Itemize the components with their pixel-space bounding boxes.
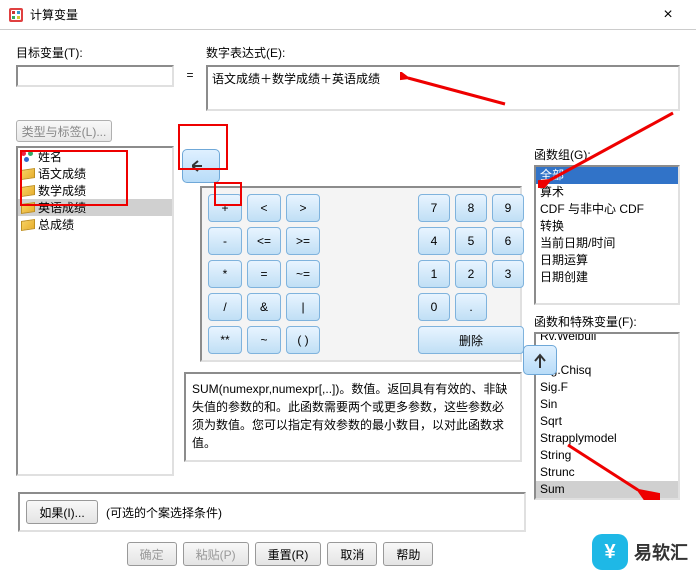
function-description: SUM(numexpr,numexpr[,..])。数值。返回具有有效的、非缺失… <box>184 372 522 462</box>
function-special-label: 函数和特殊变量(F): <box>534 313 680 330</box>
function-item[interactable]: Strapplymodel <box>536 430 678 447</box>
ok-button[interactable]: 确定 <box>127 542 177 566</box>
if-button[interactable]: 如果(I)... <box>26 500 98 524</box>
reset-button[interactable]: 重置(R) <box>255 542 322 566</box>
scale-icon <box>21 202 35 214</box>
variable-item[interactable]: 语文成绩 <box>18 165 172 182</box>
function-group-label: 函数组(G): <box>534 146 680 163</box>
variable-name: 英语成绩 <box>38 199 86 216</box>
titlebar: 计算变量 × <box>0 0 696 30</box>
keypad-button[interactable]: 5 <box>455 227 487 255</box>
numeric-expression-input[interactable]: 语文成绩＋数学成绩＋英语成绩 <box>206 65 680 111</box>
dialog-buttons: 确定 粘贴(P) 重置(R) 取消 帮助 <box>0 542 560 566</box>
keypad-button[interactable]: - <box>208 227 242 255</box>
keypad-button[interactable]: 4 <box>418 227 450 255</box>
variable-item[interactable]: 姓名 <box>18 148 172 165</box>
keypad-button[interactable]: ~= <box>286 260 320 288</box>
keypad-button[interactable]: ~ <box>247 326 281 354</box>
paste-button[interactable]: 粘贴(P) <box>183 542 249 566</box>
if-condition-text: (可选的个案选择条件) <box>106 504 222 521</box>
keypad-button[interactable]: 7 <box>418 194 450 222</box>
function-group-item[interactable]: 转换 <box>536 218 678 235</box>
function-group-list[interactable]: 全部算术CDF 与非中心 CDF转换当前日期/时间日期运算日期创建 <box>534 165 680 305</box>
keypad-button[interactable]: >= <box>286 227 320 255</box>
window-title: 计算变量 <box>30 6 648 23</box>
variable-name: 数学成绩 <box>38 182 86 199</box>
keypad-button[interactable]: 8 <box>455 194 487 222</box>
variable-item[interactable]: 英语成绩 <box>18 199 172 216</box>
keypad-button[interactable]: 2 <box>455 260 487 288</box>
function-item[interactable]: Sig.Chisq <box>536 362 678 379</box>
function-group-item[interactable]: 算术 <box>536 184 678 201</box>
keypad-delete-button[interactable]: 删除 <box>418 326 524 354</box>
target-variable-input[interactable] <box>16 65 174 87</box>
keypad-button[interactable]: = <box>247 260 281 288</box>
insert-function-button[interactable] <box>523 345 557 375</box>
type-and-label-button[interactable]: 类型与标签(L)... <box>16 120 112 142</box>
target-label: 目标变量(T): <box>16 44 174 61</box>
expression-label: 数字表达式(E): <box>206 44 680 61</box>
scale-icon <box>21 219 35 231</box>
function-item[interactable]: Strunc <box>536 464 678 481</box>
keypad-button[interactable]: 6 <box>492 227 524 255</box>
keypad-button[interactable]: < <box>247 194 281 222</box>
variable-name: 总成绩 <box>38 216 74 233</box>
function-item[interactable]: String <box>536 447 678 464</box>
cancel-button[interactable]: 取消 <box>327 542 377 566</box>
keypad-button[interactable]: / <box>208 293 242 321</box>
function-group-item[interactable]: 日期运算 <box>536 252 678 269</box>
function-item[interactable]: Rv.Weibull <box>536 332 678 345</box>
scale-icon <box>21 185 35 197</box>
keypad-button[interactable]: + <box>208 194 242 222</box>
logo-text: 易软汇 <box>634 539 688 565</box>
move-to-expression-button[interactable] <box>182 149 220 183</box>
arrow-up-icon <box>533 352 547 368</box>
variable-item[interactable]: 数学成绩 <box>18 182 172 199</box>
keypad-button[interactable]: ( ) <box>286 326 320 354</box>
keypad-button[interactable]: <= <box>247 227 281 255</box>
app-icon <box>8 7 24 23</box>
keypad-button[interactable]: & <box>247 293 281 321</box>
calculator-keypad: +<>789 -<=>= 456 *=~= 123 /&| 0. **~( ) 删除 <box>200 186 522 362</box>
function-group-item[interactable]: CDF 与非中心 CDF <box>536 201 678 218</box>
keypad-button[interactable]: | <box>286 293 320 321</box>
function-item[interactable]: Sin <box>536 396 678 413</box>
function-group-item[interactable]: 全部 <box>536 167 678 184</box>
equals-sign: = <box>180 44 200 114</box>
function-group-item[interactable]: 日期创建 <box>536 269 678 286</box>
watermark-logo: ¥ 易软汇 <box>592 534 688 570</box>
nominal-icon <box>21 151 35 163</box>
function-item[interactable]: Sig.F <box>536 379 678 396</box>
keypad-button[interactable]: . <box>455 293 487 321</box>
scale-icon <box>21 168 35 180</box>
keypad-button[interactable]: * <box>208 260 242 288</box>
keypad-button[interactable]: ** <box>208 326 242 354</box>
if-condition-row: 如果(I)... (可选的个案选择条件) <box>18 492 526 532</box>
keypad-button[interactable]: 0 <box>418 293 450 321</box>
keypad-button[interactable]: 9 <box>492 194 524 222</box>
variable-name: 语文成绩 <box>38 165 86 182</box>
help-button[interactable]: 帮助 <box>383 542 433 566</box>
logo-badge-icon: ¥ <box>592 534 628 570</box>
keypad-button[interactable]: > <box>286 194 320 222</box>
function-item[interactable]: Sqrt <box>536 413 678 430</box>
keypad-button[interactable]: 1 <box>418 260 450 288</box>
close-icon[interactable]: × <box>648 6 688 24</box>
variable-name: 姓名 <box>38 148 62 165</box>
function-item[interactable]: Sd <box>536 345 678 362</box>
function-item[interactable]: Sum <box>536 481 678 498</box>
variable-list[interactable]: 姓名语文成绩数学成绩英语成绩总成绩 <box>16 146 174 476</box>
function-group-item[interactable]: 当前日期/时间 <box>536 235 678 252</box>
keypad-button[interactable]: 3 <box>492 260 524 288</box>
variable-item[interactable]: 总成绩 <box>18 216 172 233</box>
arrow-right-icon <box>192 159 210 173</box>
